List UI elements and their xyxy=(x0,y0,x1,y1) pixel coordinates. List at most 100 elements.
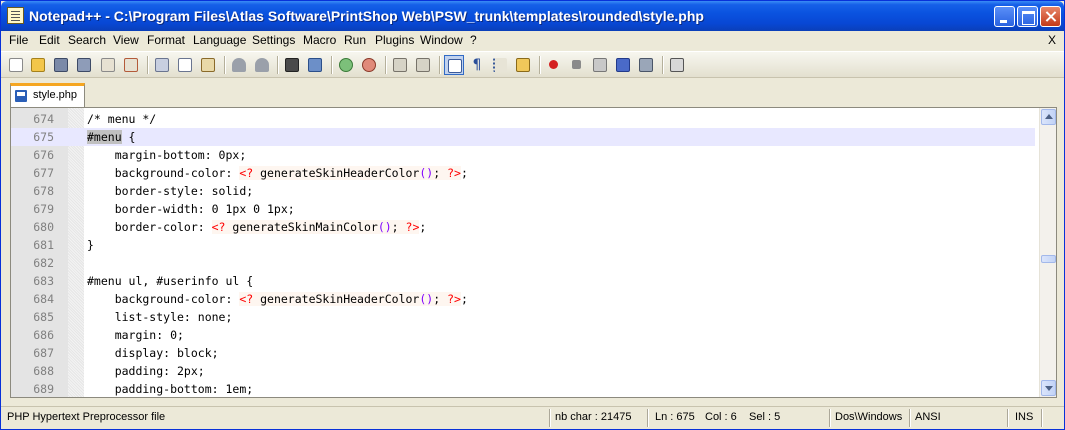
code-line[interactable]: 689 padding-bottom: 1em; xyxy=(11,380,1035,397)
menu-format[interactable]: Format xyxy=(147,33,185,47)
word-wrap-icon[interactable] xyxy=(444,55,464,75)
php-semicolon: ; xyxy=(433,166,448,180)
code-line[interactable]: 678 border-style: solid; xyxy=(11,182,1035,200)
line-text: background-color: <? generateSkinHeaderC… xyxy=(87,292,468,306)
menu-macro[interactable]: Macro xyxy=(303,33,336,47)
close-window-button[interactable] xyxy=(1040,6,1061,27)
status-line: Ln : 675 xyxy=(655,411,695,423)
close-document-button[interactable]: X xyxy=(1048,33,1056,47)
status-encoding: ANSI xyxy=(915,411,941,423)
tab-strip: style.php xyxy=(1,79,1064,107)
line-number: 674 xyxy=(33,112,54,126)
menu-help[interactable]: ? xyxy=(470,33,477,47)
php-close-tag: ?> xyxy=(405,220,420,234)
php-close-tag: ?> xyxy=(447,292,461,306)
replace-icon[interactable] xyxy=(305,55,325,75)
menu-settings[interactable]: Settings xyxy=(252,33,295,47)
sync-horizontal-icon[interactable] xyxy=(413,55,433,75)
status-file-type: PHP Hypertext Preprocessor file xyxy=(7,411,166,423)
zoom-out-icon[interactable] xyxy=(359,55,379,75)
save-all-icon[interactable] xyxy=(74,55,94,75)
code-line[interactable]: 687 display: block; xyxy=(11,344,1035,362)
saved-file-icon xyxy=(15,90,27,102)
close-icon[interactable] xyxy=(98,55,118,75)
line-number: 682 xyxy=(33,256,54,270)
line-number: 678 xyxy=(33,184,54,198)
code-line[interactable]: 674 /* menu */ xyxy=(11,110,1035,128)
selected-text: #menu xyxy=(87,130,122,144)
status-eol-format: Dos\Windows xyxy=(835,411,903,423)
record-macro-icon[interactable] xyxy=(544,55,564,75)
code-line[interactable]: 681} xyxy=(11,236,1035,254)
editor-pane[interactable]: 674 /* menu */ 675 #menu {676 margin-bottom… xyxy=(10,107,1057,398)
title-bar[interactable]: Notepad++ - C:\Program Files\Atlas Softw… xyxy=(1,1,1064,31)
php-function-name: generateSkinHeaderColor xyxy=(253,292,420,306)
vertical-scrollbar[interactable] xyxy=(1039,108,1056,397)
line-text: margin: 0; xyxy=(87,328,184,342)
code-lines[interactable]: 674 /* menu */ 675 #menu {676 margin-bottom… xyxy=(11,110,1035,397)
menu-search[interactable]: Search xyxy=(68,33,106,47)
status-column: Col : 6 xyxy=(705,411,737,423)
code-line[interactable]: 688 padding: 2px; xyxy=(11,362,1035,380)
code-line[interactable]: 677 background-color: <? generateSkinHea… xyxy=(11,164,1035,182)
copy-icon[interactable] xyxy=(175,55,195,75)
line-number: 681 xyxy=(33,238,54,252)
line-number: 676 xyxy=(33,148,54,162)
stop-record-icon[interactable] xyxy=(567,55,587,75)
new-file-icon[interactable] xyxy=(6,55,26,75)
scroll-up-button[interactable] xyxy=(1041,109,1056,125)
find-icon[interactable] xyxy=(282,55,302,75)
line-text: display: block; xyxy=(87,346,219,360)
show-all-chars-icon[interactable]: ¶ xyxy=(467,55,487,75)
menu-file[interactable]: File xyxy=(9,33,28,47)
menu-window[interactable]: Window xyxy=(420,33,463,47)
tab-style-php[interactable]: style.php xyxy=(10,83,85,107)
line-number: 685 xyxy=(33,310,54,324)
run-macro-multiple-icon[interactable] xyxy=(613,55,633,75)
notepad-app-icon[interactable] xyxy=(7,7,24,24)
open-file-icon[interactable] xyxy=(28,55,48,75)
menu-language[interactable]: Language xyxy=(193,33,246,47)
toolbar: ¶ xyxy=(1,51,1064,78)
menu-plugins[interactable]: Plugins xyxy=(375,33,414,47)
redo-icon[interactable] xyxy=(252,55,272,75)
code-line[interactable]: 684 background-color: <? generateSkinHea… xyxy=(11,290,1035,308)
code-line[interactable]: 676 margin-bottom: 0px; xyxy=(11,146,1035,164)
sync-vertical-icon[interactable] xyxy=(390,55,410,75)
save-macro-icon[interactable] xyxy=(636,55,656,75)
code-line[interactable]: 679 border-width: 0 1px 0 1px; xyxy=(11,200,1035,218)
code-line[interactable]: 675 #menu { xyxy=(11,128,1035,146)
scroll-down-button[interactable] xyxy=(1041,380,1056,396)
user-define-icon[interactable] xyxy=(513,55,533,75)
line-text: /* menu */ xyxy=(87,112,157,126)
minimize-button[interactable] xyxy=(994,6,1015,27)
status-bar: PHP Hypertext Preprocessor file nb char … xyxy=(1,406,1064,429)
menu-edit[interactable]: Edit xyxy=(39,33,60,47)
indent-guide-icon[interactable] xyxy=(490,55,510,75)
code-line[interactable]: 682 xyxy=(11,254,1035,272)
code-line[interactable]: 686 margin: 0; xyxy=(11,326,1035,344)
line-number: 687 xyxy=(33,346,54,360)
php-function-name: generateSkinMainColor xyxy=(225,220,378,234)
code-line[interactable]: 680 border-color: <? generateSkinMainCol… xyxy=(11,218,1035,236)
line-text: border-color: <? generateSkinMainColor()… xyxy=(87,220,427,234)
php-open-tag: <? xyxy=(211,220,226,234)
line-text: #menu { xyxy=(87,130,136,144)
menu-run[interactable]: Run xyxy=(344,33,366,47)
menu-view[interactable]: View xyxy=(113,33,139,47)
play-macro-icon[interactable] xyxy=(590,55,610,75)
cut-icon[interactable] xyxy=(152,55,172,75)
save-icon[interactable] xyxy=(51,55,71,75)
undo-icon[interactable] xyxy=(229,55,249,75)
print-icon[interactable] xyxy=(667,55,687,75)
line-number: 679 xyxy=(33,202,54,216)
close-all-icon[interactable] xyxy=(121,55,141,75)
line-number: 686 xyxy=(33,328,54,342)
zoom-in-icon[interactable] xyxy=(336,55,356,75)
scroll-thumb[interactable] xyxy=(1041,255,1056,263)
code-line[interactable]: 685 list-style: none; xyxy=(11,308,1035,326)
code-line[interactable]: 683 #menu ul, #userinfo ul { xyxy=(11,272,1035,290)
paste-icon[interactable] xyxy=(198,55,218,75)
maximize-button[interactable] xyxy=(1017,6,1038,27)
notepad-window: Notepad++ - C:\Program Files\Atlas Softw… xyxy=(0,0,1065,430)
